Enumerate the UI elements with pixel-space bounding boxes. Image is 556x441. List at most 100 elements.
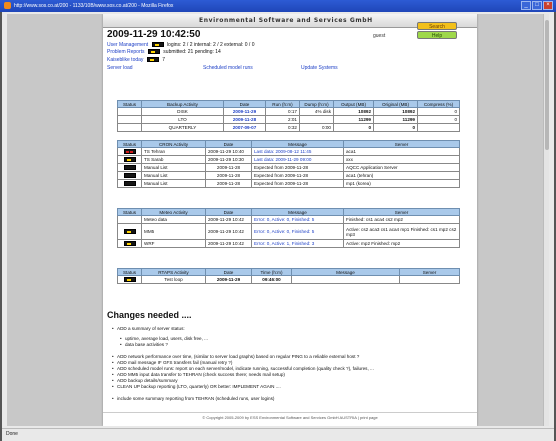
table-row: Manual List 2009-11-28 Expected from 200… [117,163,460,172]
server-cell: xxx [343,155,460,164]
list-item: include some summary reporting from TEHR… [112,396,274,401]
time-cell: 09:46:00 [251,275,292,284]
rtaps-table: Status RTAPS Activity Date Time (h:m) Me… [117,268,460,284]
server-cell: Active: mp2 Finished: mp2 [343,239,460,248]
run-cell: 0:32 [265,123,300,132]
status-cell [117,223,142,240]
browser-window: http://www.sos.co.at/200 - 1133/10B/www.… [0,0,556,441]
column-header: Status [117,268,142,276]
activity-cell: Manual List [141,179,206,188]
server-cell: aca1 (tehran) [343,171,460,180]
status-led-icon [147,49,160,55]
column-header: Backup Activity [141,100,224,108]
compress-cell [417,123,460,132]
firefox-icon [4,2,11,10]
search-button[interactable]: Search [417,22,457,30]
list-item: CLEAN UP backup reporting (LTO, quarterl… [112,384,281,389]
message-cell [291,275,400,284]
table-row: Manual List 2009-11-28 Expected from 200… [117,179,460,188]
server-cell [399,275,460,284]
activity-cell: DISK [141,107,224,116]
table-row: DISK 2009-11-29 0:17 4% disk 10892 10892… [117,107,460,116]
minimize-button[interactable]: _ [521,1,531,10]
table-header-row: Status CRON Activity Date Message Server [117,140,460,148]
activity-cell: Manual List [141,171,206,180]
problem-reports-row: Problem Reports submitted: 21 pending: 1… [107,49,221,55]
message-cell: Expected from 2009-11-28 [251,179,344,188]
list-item: ADD a summary of server status: [112,326,185,331]
column-header: Date [205,268,252,276]
banner-title: Environmental Software and Services GmbH [199,17,373,24]
status-led-icon [123,157,136,163]
list-item: data base activities ? [120,342,168,347]
column-header: Status [117,208,142,216]
date-link[interactable]: 2007-09-07 [223,123,266,132]
server-load-link[interactable]: Server load [107,65,133,71]
status-cell [117,239,142,248]
status-cell [117,107,142,116]
activity-cell: TS Tehran [141,147,206,156]
ksp-text: 7 [162,57,165,63]
scrollbar-thumb[interactable] [545,20,549,150]
column-header: Original (MB) [373,100,418,108]
vertical-scrollbar[interactable] [543,14,549,426]
date-link[interactable]: 2009-11-28 [223,115,266,124]
activity-cell: MM5 [141,223,206,240]
window-titlebar: http://www.sos.co.at/200 - 1133/10B/www.… [0,0,556,12]
table-row: MM5 2009-11-29 10:42 Error: 0, Active: 0… [117,223,460,240]
column-header: Date [223,100,266,108]
close-button[interactable]: × [543,1,553,10]
table-row: Manual List 2009-11-28 Expected from 200… [117,171,460,180]
column-header: Output (MB) [333,100,374,108]
table-row: TS Tehran 2009-11-29 10:40 Last data: 20… [117,147,460,156]
cron-table: Status CRON Activity Date Message Server… [117,140,460,188]
column-header: Meteo Activity [141,208,206,216]
table-header-row: Status Meteo Activity Date Message Serve… [117,208,460,216]
output-cell: 11299 [333,115,374,124]
table-row: WRF 2009-11-29 10:42 Error: 0, Active: 1… [117,239,460,248]
maximize-button[interactable]: □ [532,1,542,10]
column-header: Compress (%) [417,100,460,108]
output-cell: 0 [333,123,374,132]
date-link[interactable]: 2009-11-29 [223,107,266,116]
message-cell: Error: 0, Active: 1, Finished: 3 [251,239,344,248]
table-row: Test loop 2009-11-29 09:46:00 [117,275,460,284]
column-header: Message [291,268,400,276]
original-cell: 0 [373,123,418,132]
column-header: Server [343,208,460,216]
date-cell: 2009-11-29 10:42 [205,239,252,248]
table-row: TS Sarab 2009-11-29 10:30 Last data: 200… [117,155,460,164]
current-user: guest [373,33,386,39]
run-cell: 2:01 [265,115,300,124]
server-cell: mp1 (korea) [343,179,460,188]
server-cell: AQCC Application Server [343,163,460,172]
update-systems-link[interactable]: Update Systems [301,65,338,71]
ksp-row: Kaiseblike today 7 [107,57,165,63]
message-cell: Last data: 2009-11-29 09:00 [251,155,344,164]
column-header: Time (h:m) [251,268,292,276]
problem-reports-link[interactable]: Problem Reports [107,49,145,55]
run-cell: 0:17 [265,107,300,116]
compress-cell: 0 [417,107,460,116]
page-title-datetime: 2009-11-29 10:42:50 [107,29,201,40]
column-header: Server [343,140,460,148]
list-item: ADD network performance over time, (simi… [112,354,359,359]
user-management-link[interactable]: User Management [107,42,148,48]
status-led-icon [146,57,159,63]
window-controls: _ □ × [521,1,553,10]
web-page: Environmental Software and Services GmbH… [103,14,477,426]
table-header-row: Status RTAPS Activity Date Time (h:m) Me… [117,268,460,276]
ksp-link[interactable]: Kaiseblike today [107,57,143,63]
column-header: Dump (h:m) [299,100,334,108]
status-cell [117,275,142,284]
user-management-text: logins: 2 / 2 internal: 2 / 2 external: … [166,42,255,48]
column-header: Status [117,140,142,148]
help-button[interactable]: Help [417,31,457,39]
status-led-icon [123,277,136,283]
server-cell: aca1 [343,147,460,156]
list-item: ADD scheduled model runs: report on each… [112,366,374,371]
column-header: Message [251,140,344,148]
dump-cell: 4% disk [299,107,334,116]
scheduled-runs-link[interactable]: Scheduled model runs [203,65,253,71]
user-management-row: User Management logins: 2 / 2 internal: … [107,42,254,48]
